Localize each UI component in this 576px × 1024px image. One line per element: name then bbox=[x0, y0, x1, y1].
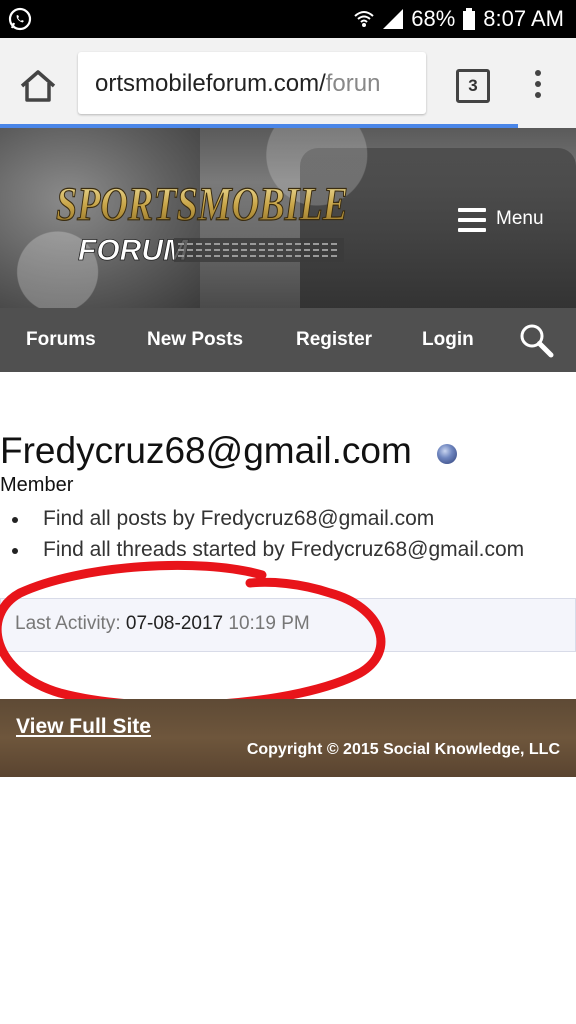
nav-new-posts[interactable]: New Posts bbox=[147, 329, 243, 351]
profile-links: Find all posts by Fredycruz68@gmail.com … bbox=[10, 506, 524, 568]
whatsapp-icon bbox=[8, 7, 32, 31]
tabs-icon[interactable]: 3 bbox=[456, 69, 490, 103]
url-main: ortsmobileforum.com/ bbox=[95, 70, 326, 97]
profile-role: Member bbox=[0, 474, 74, 496]
view-full-site-link[interactable]: View Full Site bbox=[16, 715, 151, 739]
wifi-icon bbox=[354, 11, 374, 27]
online-status-icon bbox=[437, 444, 457, 464]
menu-icon[interactable] bbox=[458, 208, 486, 232]
signal-icon bbox=[383, 9, 404, 29]
url-dim: forun bbox=[325, 70, 381, 97]
last-activity-label: Last Activity: bbox=[15, 613, 121, 634]
site-footer: View Full Site Copyright © 2015 Social K… bbox=[0, 699, 576, 777]
last-activity-time: 10:19 PM bbox=[228, 613, 310, 634]
nav-register[interactable]: Register bbox=[296, 329, 372, 351]
last-activity: Last Activity: 07-08-2017 10:19 PM bbox=[15, 613, 310, 635]
svg-text:FORUM: FORUM bbox=[78, 234, 189, 267]
search-icon[interactable] bbox=[518, 322, 554, 358]
sportsmobile-forum-logo[interactable]: SPORTSMOBILE FORUM bbox=[52, 168, 352, 278]
last-activity-box: Last Activity: 07-08-2017 10:19 PM bbox=[0, 598, 576, 652]
forum-banner: SPORTSMOBILE FORUM Menu bbox=[0, 128, 576, 308]
nav-login[interactable]: Login bbox=[422, 329, 474, 351]
copyright-text: Copyright © 2015 Social Knowledge, LLC bbox=[246, 741, 560, 758]
status-bar: 68% 8:07 AM bbox=[0, 0, 576, 38]
home-icon[interactable] bbox=[18, 68, 58, 104]
url-bar[interactable]: ortsmobileforum.com/forun bbox=[78, 52, 426, 114]
battery-icon bbox=[463, 8, 476, 30]
menu-button-label[interactable]: Menu bbox=[496, 208, 544, 230]
find-posts-link[interactable]: Find all posts by Fredycruz68@gmail.com bbox=[10, 506, 524, 537]
clock: 8:07 AM bbox=[483, 6, 564, 31]
last-activity-date: 07-08-2017 bbox=[125, 613, 224, 634]
profile-username: Fredycruz68@gmail.com bbox=[0, 430, 412, 471]
more-icon[interactable] bbox=[533, 70, 543, 104]
svg-text:SPORTSMOBILE: SPORTSMOBILE bbox=[56, 178, 348, 231]
url-text: ortsmobileforum.com/forun bbox=[95, 70, 380, 98]
forum-nav: Forums New Posts Register Login bbox=[0, 308, 576, 372]
browser-toolbar: ortsmobileforum.com/forun 3 bbox=[0, 38, 576, 128]
battery-level: 68% bbox=[411, 6, 456, 31]
find-threads-link[interactable]: Find all threads started by Fredycruz68@… bbox=[10, 537, 524, 568]
nav-forums[interactable]: Forums bbox=[26, 329, 96, 351]
